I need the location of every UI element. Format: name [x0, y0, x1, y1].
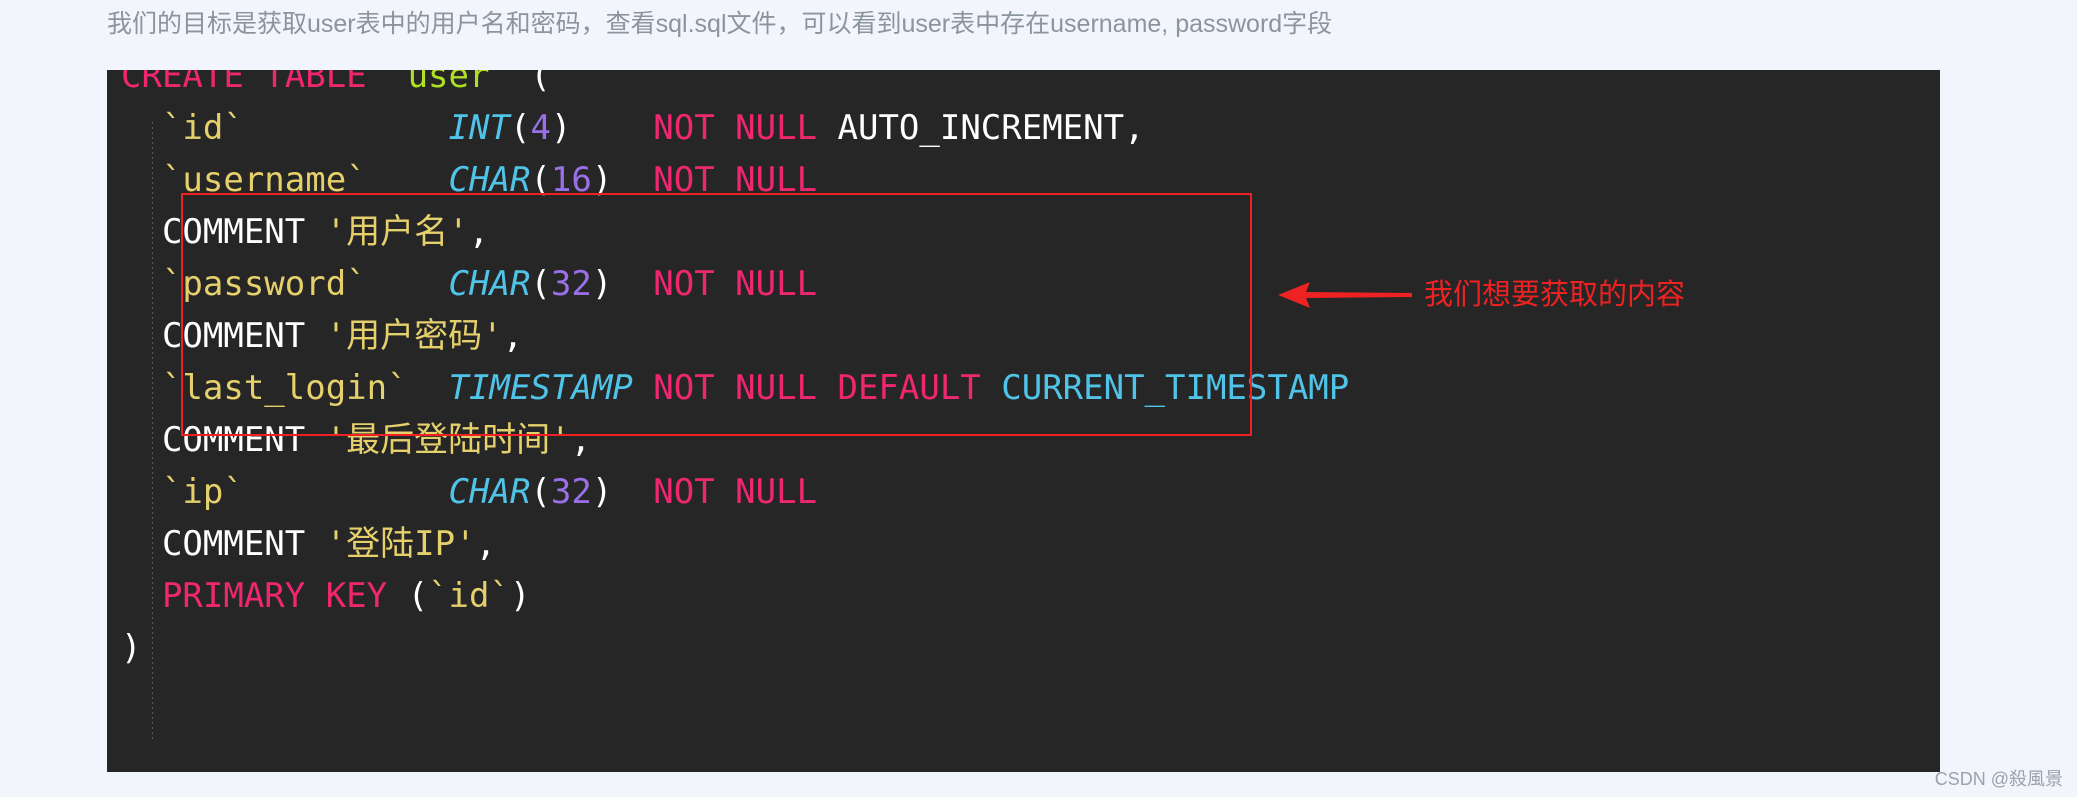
code-token: COMMENT [121, 316, 326, 356]
line-last-login-comment: COMMENT '最后登陆时间', [107, 414, 1349, 466]
line-ip: `ip` CHAR(32) NOT NULL [107, 466, 1349, 518]
code-token: INT [448, 108, 510, 148]
code-token: `ip` [121, 472, 244, 512]
code-token: `username` [121, 160, 367, 200]
code-block: CREATE TABLE `user` ( `id` INT(4) NOT NU… [107, 70, 1940, 772]
code-token: 32 [550, 264, 592, 304]
line-id: `id` INT(4) NOT NULL AUTO_INCREMENT, [107, 102, 1349, 154]
code-token: ) [550, 108, 654, 148]
code-token: COMMENT [121, 420, 326, 460]
code-token: 32 [550, 472, 592, 512]
code-token: CREATE TABLE [121, 70, 388, 96]
code-token: CHAR [448, 160, 531, 200]
code-token: '登陆IP' [325, 524, 476, 564]
page-caption: 我们的目标是获取user表中的用户名和密码，查看sql.sql文件，可以看到us… [107, 10, 1333, 38]
code-token: `last_login` [121, 368, 408, 408]
code-token: COMMENT [121, 212, 326, 252]
code-token: NOT NULL [653, 108, 818, 148]
code-token: NOT NULL [653, 160, 818, 200]
line-close-paren: ) [107, 622, 1349, 674]
sql-code-content: CREATE TABLE `user` ( `id` INT(4) NOT NU… [107, 70, 1349, 674]
line-username-comment: COMMENT '用户名', [107, 206, 1349, 258]
line-password: `password` CHAR(32) NOT NULL [107, 258, 1349, 310]
code-token: ( [530, 472, 551, 512]
code-token: NOT NULL DEFAULT [653, 368, 981, 408]
line-primary-key: PRIMARY KEY (`id`) [107, 570, 1349, 622]
code-token: ( [530, 160, 551, 200]
code-token: NOT NULL [653, 472, 818, 512]
code-token: AUTO_INCREMENT, [817, 108, 1145, 148]
line-ip-comment: COMMENT '登陆IP', [107, 518, 1349, 570]
code-token: '用户密码' [325, 316, 503, 356]
code-token: PRIMARY KEY [121, 576, 388, 616]
code-token: , [468, 212, 490, 252]
code-token: `user` [387, 70, 510, 96]
arrow-annotation-label: 我们想要获取的内容 [1424, 278, 1686, 311]
code-token: 4 [530, 108, 551, 148]
code-token: ( [530, 264, 551, 304]
code-token: , [475, 524, 497, 564]
left-arrow-icon [1278, 282, 1412, 308]
code-token: CHAR [448, 472, 531, 512]
code-token: TIMESTAMP [448, 368, 633, 408]
line-last-login: `last_login` TIMESTAMP NOT NULL DEFAULT … [107, 362, 1349, 414]
code-token: `id` [121, 108, 244, 148]
code-token: ) [591, 264, 654, 304]
code-token: ) [591, 472, 654, 512]
code-token: 16 [550, 160, 592, 200]
code-token: `id` [428, 576, 510, 616]
code-token: '最后登陆时间' [325, 420, 571, 460]
code-token: ) [591, 160, 654, 200]
code-token: ( [509, 70, 551, 96]
code-token: , [570, 420, 592, 460]
code-token: , [502, 316, 524, 356]
code-token: COMMENT [121, 524, 326, 564]
line-create: CREATE TABLE `user` ( [107, 70, 1349, 102]
code-token: ( [509, 108, 531, 148]
csdn-watermark: CSDN @殺風景 [1934, 769, 2063, 789]
code-token: ) [121, 628, 142, 668]
arrow-annotation-group: 我们想要获取的内容 [1276, 272, 1685, 318]
line-username: `username` CHAR(16) NOT NULL [107, 154, 1349, 206]
code-token: `password` [121, 264, 367, 304]
code-token: CURRENT_TIMESTAMP [1001, 368, 1350, 408]
code-token: '用户名' [325, 212, 469, 252]
code-token: ) [509, 576, 531, 616]
line-password-comment: COMMENT '用户密码', [107, 310, 1349, 362]
code-token: ( [387, 576, 429, 616]
code-token: CHAR [448, 264, 531, 304]
code-token: NOT NULL [653, 264, 818, 304]
